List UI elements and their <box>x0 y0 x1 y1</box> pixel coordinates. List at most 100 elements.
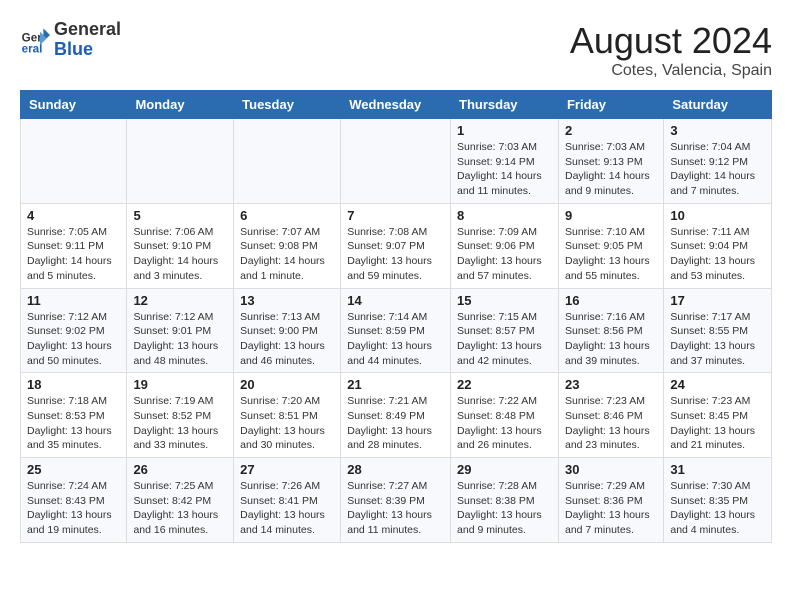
logo-icon: Gen eral <box>20 25 50 55</box>
day-cell-0-5: 2 Sunrise: 7:03 AM Sunset: 9:13 PM Daylig… <box>558 119 663 204</box>
header-row: Sunday Monday Tuesday Wednesday Thursday… <box>21 91 772 119</box>
day-number: 19 <box>133 377 227 392</box>
day-cell-2-4: 15 Sunrise: 7:15 AM Sunset: 8:57 PM Dayli… <box>451 288 559 373</box>
day-info: Sunrise: 7:24 AM Sunset: 8:43 PM Dayligh… <box>27 479 120 538</box>
week-row-1: 1 Sunrise: 7:03 AM Sunset: 9:14 PM Daylig… <box>21 119 772 204</box>
week-row-5: 25 Sunrise: 7:24 AM Sunset: 8:43 PM Dayli… <box>21 458 772 543</box>
week-row-4: 18 Sunrise: 7:18 AM Sunset: 8:53 PM Dayli… <box>21 373 772 458</box>
calendar-header: Sunday Monday Tuesday Wednesday Thursday… <box>21 91 772 119</box>
day-cell-2-2: 13 Sunrise: 7:13 AM Sunset: 9:00 PM Dayli… <box>234 288 341 373</box>
day-info: Sunrise: 7:17 AM Sunset: 8:55 PM Dayligh… <box>670 310 765 369</box>
day-cell-4-1: 26 Sunrise: 7:25 AM Sunset: 8:42 PM Dayli… <box>127 458 234 543</box>
day-number: 21 <box>347 377 444 392</box>
day-cell-2-5: 16Sunrise: 7:16 AM Sunset: 8:56 PM Dayli… <box>558 288 663 373</box>
day-info: Sunrise: 7:13 AM Sunset: 9:00 PM Dayligh… <box>240 310 334 369</box>
day-number: 1 <box>457 123 552 138</box>
day-info: Sunrise: 7:18 AM Sunset: 8:53 PM Dayligh… <box>27 394 120 453</box>
subtitle: Cotes, Valencia, Spain <box>570 62 772 80</box>
day-info: Sunrise: 7:28 AM Sunset: 8:38 PM Dayligh… <box>457 479 552 538</box>
day-cell-1-4: 8Sunrise: 7:09 AM Sunset: 9:06 PM Daylig… <box>451 203 559 288</box>
day-number: 22 <box>457 377 552 392</box>
day-number: 9 <box>565 208 657 223</box>
week-row-3: 11 Sunrise: 7:12 AM Sunset: 9:02 PM Dayli… <box>21 288 772 373</box>
header-sunday: Sunday <box>21 91 127 119</box>
day-cell-3-1: 19Sunrise: 7:19 AM Sunset: 8:52 PM Dayli… <box>127 373 234 458</box>
header-thursday: Thursday <box>451 91 559 119</box>
day-info: Sunrise: 7:16 AM Sunset: 8:56 PM Dayligh… <box>565 310 657 369</box>
day-cell-1-5: 9 Sunrise: 7:10 AM Sunset: 9:05 PM Daylig… <box>558 203 663 288</box>
day-number: 3 <box>670 123 765 138</box>
main-title: August 2024 <box>570 20 772 62</box>
day-number: 17 <box>670 293 765 308</box>
day-number: 2 <box>565 123 657 138</box>
logo-general-text: General <box>54 20 121 40</box>
day-cell-3-5: 23 Sunrise: 7:23 AM Sunset: 8:46 PM Dayli… <box>558 373 663 458</box>
header-wednesday: Wednesday <box>341 91 451 119</box>
day-info: Sunrise: 7:12 AM Sunset: 9:02 PM Dayligh… <box>27 310 120 369</box>
day-number: 11 <box>27 293 120 308</box>
day-number: 4 <box>27 208 120 223</box>
day-cell-4-0: 25 Sunrise: 7:24 AM Sunset: 8:43 PM Dayli… <box>21 458 127 543</box>
day-info: Sunrise: 7:30 AM Sunset: 8:35 PM Dayligh… <box>670 479 765 538</box>
day-number: 5 <box>133 208 227 223</box>
day-info: Sunrise: 7:14 AM Sunset: 8:59 PM Dayligh… <box>347 310 444 369</box>
day-number: 20 <box>240 377 334 392</box>
day-info: Sunrise: 7:20 AM Sunset: 8:51 PM Dayligh… <box>240 394 334 453</box>
day-number: 8 <box>457 208 552 223</box>
svg-text:eral: eral <box>22 42 43 55</box>
day-info: Sunrise: 7:03 AM Sunset: 9:14 PM Dayligh… <box>457 140 552 199</box>
day-cell-1-6: 10Sunrise: 7:11 AM Sunset: 9:04 PM Dayli… <box>664 203 772 288</box>
day-cell-0-0 <box>21 119 127 204</box>
header-tuesday: Tuesday <box>234 91 341 119</box>
day-number: 23 <box>565 377 657 392</box>
title-area: August 2024 Cotes, Valencia, Spain <box>570 20 772 80</box>
header-saturday: Saturday <box>664 91 772 119</box>
day-info: Sunrise: 7:04 AM Sunset: 9:12 PM Dayligh… <box>670 140 765 199</box>
day-number: 30 <box>565 462 657 477</box>
day-cell-3-6: 24Sunrise: 7:23 AM Sunset: 8:45 PM Dayli… <box>664 373 772 458</box>
day-info: Sunrise: 7:10 AM Sunset: 9:05 PM Dayligh… <box>565 225 657 284</box>
header-friday: Friday <box>558 91 663 119</box>
day-number: 28 <box>347 462 444 477</box>
logo-blue-text: Blue <box>54 40 121 60</box>
day-cell-1-3: 7Sunrise: 7:08 AM Sunset: 9:07 PM Daylig… <box>341 203 451 288</box>
day-cell-2-0: 11 Sunrise: 7:12 AM Sunset: 9:02 PM Dayli… <box>21 288 127 373</box>
day-cell-3-0: 18 Sunrise: 7:18 AM Sunset: 8:53 PM Dayli… <box>21 373 127 458</box>
day-info: Sunrise: 7:12 AM Sunset: 9:01 PM Dayligh… <box>133 310 227 369</box>
day-info: Sunrise: 7:25 AM Sunset: 8:42 PM Dayligh… <box>133 479 227 538</box>
day-number: 15 <box>457 293 552 308</box>
day-cell-2-1: 12Sunrise: 7:12 AM Sunset: 9:01 PM Dayli… <box>127 288 234 373</box>
day-info: Sunrise: 7:03 AM Sunset: 9:13 PM Dayligh… <box>565 140 657 199</box>
day-number: 31 <box>670 462 765 477</box>
calendar-body: 1 Sunrise: 7:03 AM Sunset: 9:14 PM Daylig… <box>21 119 772 543</box>
day-cell-0-2 <box>234 119 341 204</box>
day-cell-0-1 <box>127 119 234 204</box>
day-number: 24 <box>670 377 765 392</box>
day-number: 13 <box>240 293 334 308</box>
day-cell-4-5: 30Sunrise: 7:29 AM Sunset: 8:36 PM Dayli… <box>558 458 663 543</box>
day-number: 14 <box>347 293 444 308</box>
day-info: Sunrise: 7:05 AM Sunset: 9:11 PM Dayligh… <box>27 225 120 284</box>
day-number: 25 <box>27 462 120 477</box>
day-cell-0-4: 1 Sunrise: 7:03 AM Sunset: 9:14 PM Daylig… <box>451 119 559 204</box>
day-cell-1-2: 6Sunrise: 7:07 AM Sunset: 9:08 PM Daylig… <box>234 203 341 288</box>
day-cell-4-6: 31 Sunrise: 7:30 AM Sunset: 8:35 PM Dayli… <box>664 458 772 543</box>
day-number: 29 <box>457 462 552 477</box>
logo: Gen eral General Blue <box>20 20 121 60</box>
day-number: 18 <box>27 377 120 392</box>
day-info: Sunrise: 7:15 AM Sunset: 8:57 PM Dayligh… <box>457 310 552 369</box>
day-cell-2-3: 14 Sunrise: 7:14 AM Sunset: 8:59 PM Dayli… <box>341 288 451 373</box>
header-monday: Monday <box>127 91 234 119</box>
day-number: 26 <box>133 462 227 477</box>
logo-text: General Blue <box>54 20 121 60</box>
day-cell-0-6: 3 Sunrise: 7:04 AM Sunset: 9:12 PM Daylig… <box>664 119 772 204</box>
day-number: 6 <box>240 208 334 223</box>
day-cell-1-1: 5Sunrise: 7:06 AM Sunset: 9:10 PM Daylig… <box>127 203 234 288</box>
calendar: Sunday Monday Tuesday Wednesday Thursday… <box>20 90 772 543</box>
day-cell-2-6: 17 Sunrise: 7:17 AM Sunset: 8:55 PM Dayli… <box>664 288 772 373</box>
week-row-2: 4 Sunrise: 7:05 AM Sunset: 9:11 PM Daylig… <box>21 203 772 288</box>
day-info: Sunrise: 7:26 AM Sunset: 8:41 PM Dayligh… <box>240 479 334 538</box>
day-info: Sunrise: 7:11 AM Sunset: 9:04 PM Dayligh… <box>670 225 765 284</box>
day-info: Sunrise: 7:23 AM Sunset: 8:46 PM Dayligh… <box>565 394 657 453</box>
day-info: Sunrise: 7:27 AM Sunset: 8:39 PM Dayligh… <box>347 479 444 538</box>
